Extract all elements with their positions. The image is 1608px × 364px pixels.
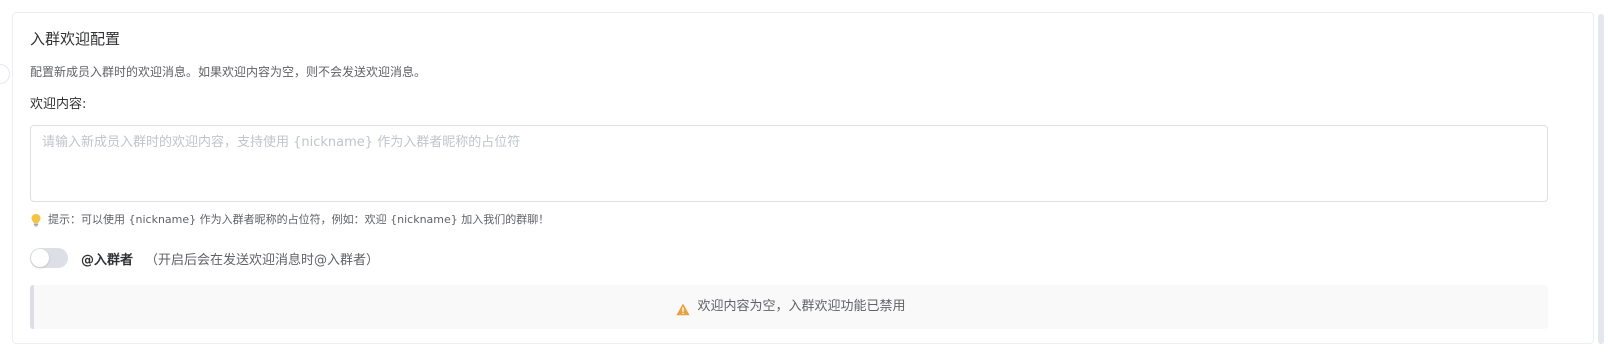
hint: 提示：可以使用 {nickname} 作为入群者昵称的占位符，例如：欢迎 {ni… — [30, 212, 549, 228]
hint-text: 提示：可以使用 {nickname} 作为入群者昵称的占位符，例如：欢迎 {ni… — [48, 213, 550, 226]
collapse-handle[interactable] — [0, 64, 10, 84]
mention-switch-label: @入群者 — [81, 252, 134, 268]
status-notice-text: 欢迎内容为空，入群欢迎功能已禁用 — [697, 299, 906, 314]
switch-knob — [31, 249, 49, 267]
page: 入群欢迎配置 配置新成员入群时的欢迎消息。如果欢迎内容为空，则不会发送欢迎消息。… — [0, 0, 1608, 364]
welcome-content-textarea[interactable] — [30, 125, 1548, 202]
card-description: 配置新成员入群时的欢迎消息。如果欢迎内容为空，则不会发送欢迎消息。 — [30, 65, 427, 79]
mention-switch-row: @入群者 （开启后会在发送欢迎消息时@入群者） — [30, 247, 379, 269]
warning-icon — [676, 301, 691, 315]
mention-switch-note: （开启后会在发送欢迎消息时@入群者） — [145, 252, 380, 268]
welcome-content-label: 欢迎内容: — [30, 97, 87, 112]
lightbulb-icon — [30, 213, 42, 227]
status-notice: 欢迎内容为空，入群欢迎功能已禁用 — [30, 285, 1548, 329]
welcome-config-card: 入群欢迎配置 配置新成员入群时的欢迎消息。如果欢迎内容为空，则不会发送欢迎消息。… — [12, 12, 1594, 344]
scrollbar[interactable] — [1598, 14, 1604, 344]
card-title: 入群欢迎配置 — [30, 30, 121, 48]
mention-newcomer-switch[interactable] — [30, 248, 68, 268]
